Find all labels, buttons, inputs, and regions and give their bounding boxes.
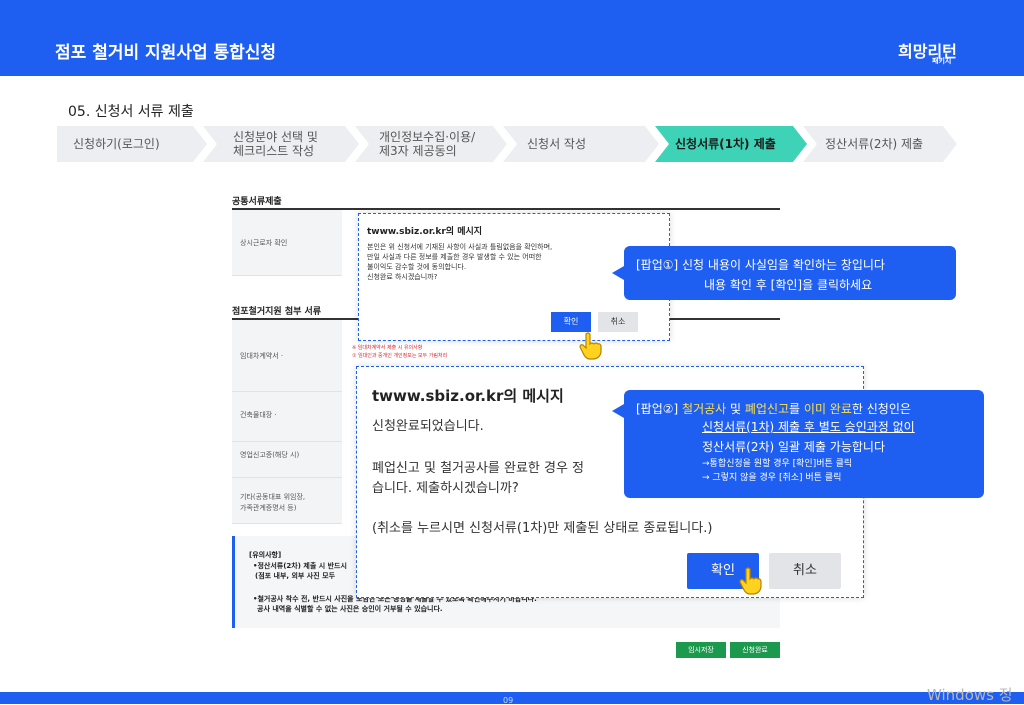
pointing-hand-icon [739,567,762,595]
callout-text: → 그렇지 않을 경우 [취소] 버튼 클릭 [702,473,842,483]
callout-text-part: 를 [789,402,804,416]
dialog-message: 본인은 위 신청서에 기재된 사항이 사실과 틀림없음을 확인하며, 만일 사실… [367,243,553,281]
business-report-label: 영업신고증(해당 시) [240,451,300,459]
step-consent: 개인정보수집·이용/제3자 제공동의 [355,126,507,162]
popup2-callout: [팝업②] 철거공사 및 폐업신고를 이미 완료한 신청인은 신청서류(1차) … [612,390,984,498]
step-label: 개인정보수집·이용/ [379,130,476,144]
dialog-message-line: 폐업신고 및 철거공사를 완료한 경우 정 [372,461,585,476]
dialog1-ok-button[interactable]: 확인 [551,312,591,332]
other-docs-label: 기타(공동대표 위임장, [240,493,306,501]
step-application: 신청서 작성 [503,126,659,162]
red-note: ※ 임대차계약서 제출 시 유의사항 [352,345,423,351]
callout-text: 신청서류(1차) 제출 후 별도 승인과정 없이 [702,420,915,434]
logo-sub-text: 패키지 [932,57,952,65]
section-title: 05. 신청서 서류 제출 [68,104,194,120]
regular-worker-label: 상시근로자 확인 [240,239,288,247]
notice-line: •정산서류(2차) 제출 시 반드시 [253,562,347,570]
callout-text: →통합신청을 원할 경우 [확인]버튼 클릭 [702,459,853,469]
page-title: 점포 철거비 지원사업 통합신청 [55,43,277,63]
lease-contract-label: 임대차계약서 · [240,352,284,360]
step-label: 신청서 작성 [527,137,587,151]
highlight-text: 철거공사 [682,402,727,416]
dialog-title: twww.sbiz.or.kr의 메시지 [367,227,483,237]
dialog-title: twww.sbiz.or.kr의 메시지 [372,387,564,405]
red-note: ① 임대인과 중개인 개인정보는 모두 가림처리 [352,353,448,359]
callout-prefix: [팝업②] [636,402,683,416]
step-doc2: 정산서류(2차) 제출 [803,126,957,162]
dialog2-cancel-button[interactable]: 취소 [769,553,841,589]
callout-text-part: 및 [726,402,745,416]
attach-docs-heading: 점포철거지원 첨부 서류 [232,307,322,317]
callout-text: [팝업①] 신청 내용이 사실임을 확인하는 창입니다 [636,258,885,272]
temp-save-button[interactable]: 임시저장 [676,642,726,658]
step-category: 신청분야 선택 및 체크리스트 작성 [203,126,359,162]
building-register-label: 건축물대장 · [240,411,277,419]
submit-application-button[interactable]: 신청완료 [730,642,780,658]
dialog-message-line: (취소를 누르시면 신청서류(1차)만 제출된 상태로 종료됩니다.) [372,521,713,536]
step-label: 정산서류(2차) 제출 [825,137,924,151]
notice-title: [유의사항] [249,551,282,559]
notice-line: 공사 내역을 식별할 수 없는 사진은 승인이 거부될 수 있습니다. [257,605,443,613]
pointing-hand-icon [579,332,602,360]
popup1-callout: [팝업①] 신청 내용이 사실임을 확인하는 창입니다 내용 확인 후 [확인]… [612,246,956,300]
header-bar: 점포 철거비 지원사업 통합신청 희망리턴 패키지 [0,0,1024,76]
dialog1-cancel-button[interactable]: 취소 [598,312,638,332]
brand-logo: 희망리턴 패키지 [898,38,957,65]
highlight-text: 이미 완료 [803,402,852,416]
step-doc1-active: 신청서류(1차) 제출 [655,126,807,162]
callout-text: 정산서류(2차) 일괄 제출 가능합니다 [702,440,886,454]
highlight-text: 폐업신고 [744,402,790,416]
notice-line: (점포 내부, 외부 사진 모두 [255,572,336,580]
step-progress: 신청하기(로그인) 신청분야 선택 및 체크리스트 작성 개인정보수집·이용/제3… [57,126,957,162]
dialog-message-line: 습니다. 제출하시겠습니까? [372,481,519,496]
windows-watermark: Windows 정 [927,686,1013,704]
common-docs-heading: 공통서류제출 [232,197,282,207]
dialog-message-line: 신청완료되었습니다. [372,419,484,434]
callout-text: 내용 확인 후 [확인]을 클릭하세요 [704,278,873,292]
other-docs-label-2: 가족관계증명서 등) [240,504,297,512]
step-label: 신청서류(1차) 제출 [675,137,776,151]
step-label: 제3자 제공동의 [379,144,457,158]
step-label: 신청하기(로그인) [73,137,160,151]
callout-text-part: 한 신청인은 [851,402,911,416]
step-label: 체크리스트 작성 [233,144,315,158]
callout-text: [팝업②] 철거공사 및 폐업신고를 이미 완료한 신청인은 [636,400,911,417]
step-login: 신청하기(로그인) [57,126,207,162]
row-header-cell [232,442,342,478]
step-label: 신청분야 선택 및 [233,130,318,144]
